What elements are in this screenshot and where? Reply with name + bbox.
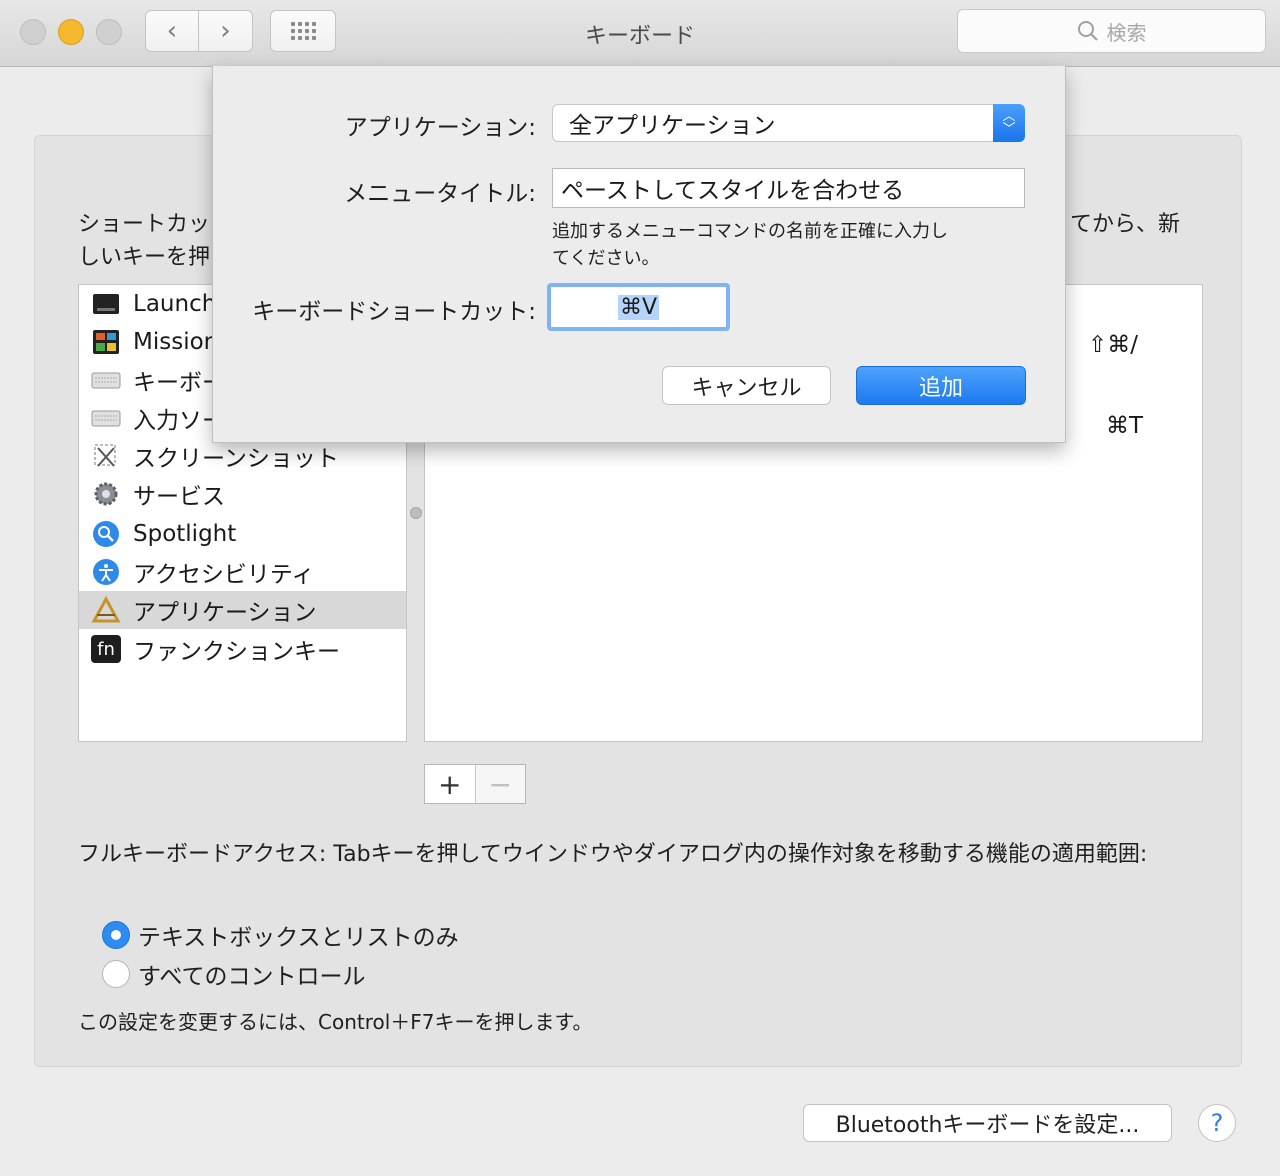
sidebar-item-services[interactable]: サービス [79, 475, 406, 513]
sidebar-item-label: サービス [133, 484, 225, 510]
description-line-2: しいキーを押 [78, 245, 211, 270]
cancel-button[interactable]: キャンセル [662, 366, 831, 405]
chevron-right-icon: › [220, 16, 231, 46]
menu-title-hint: 追加するメニューコマンドの名前を正確に入力してください。 [552, 221, 948, 269]
control-f7-note: この設定を変更するには、Control＋F7キーを押します。 [78, 1010, 593, 1034]
application-popup[interactable]: 全アプリケーション ︿ ﹀ [552, 104, 1025, 142]
search-icon [1077, 21, 1098, 41]
launchpad-icon [91, 289, 121, 319]
grid-icon [290, 22, 316, 40]
forward-button[interactable]: › [199, 10, 253, 52]
keyboard-icon [91, 365, 121, 395]
close-window-button[interactable] [20, 19, 46, 45]
mission-control-icon [91, 327, 121, 357]
zoom-window-button[interactable] [96, 19, 122, 45]
remove-shortcut-button[interactable]: − [475, 765, 525, 803]
sidebar-item-label: アクセシビリティ [133, 562, 315, 588]
full-keyboard-access-label: フルキーボードアクセス: Tabキーを押してウインドウやダイアログ内の操作対象を… [78, 842, 1148, 867]
description-line-1: ショートカッ [78, 212, 211, 237]
sidebar-item-label: Spotlight [133, 521, 237, 547]
spotlight-icon [91, 519, 121, 549]
table-row-shortcut: ⇧⌘/ [1088, 332, 1139, 358]
search-field[interactable]: 検索 [957, 9, 1266, 53]
sidebar-item-label: アプリケーション [133, 600, 317, 626]
add-shortcut-button[interactable]: + [425, 765, 476, 803]
radio-label: テキストボックスとリストのみ [138, 925, 459, 951]
sidebar-item-label: ファンクションキー [133, 639, 340, 665]
minimize-window-button[interactable] [58, 19, 84, 45]
show-all-button[interactable] [270, 10, 336, 52]
application-label: アプリケーション: [344, 115, 536, 141]
add-remove-control: + − [424, 764, 526, 804]
sidebar-item-spotlight[interactable]: Spotlight [79, 515, 406, 553]
split-view-handle[interactable] [410, 507, 422, 519]
input-source-icon [91, 403, 121, 433]
menu-title-label: メニュータイトル: [344, 181, 536, 207]
sidebar-item-function-keys[interactable]: fn ファンクションキー [79, 630, 406, 668]
menu-title-field[interactable]: ペーストしてスタイルを合わせる [552, 168, 1025, 208]
window-title: キーボード [584, 24, 695, 49]
radio-label: すべてのコントロール [138, 964, 366, 990]
shortcut-value: ⌘V [617, 294, 660, 320]
radio-text-boxes-and-lists[interactable]: テキストボックスとリストのみ [102, 918, 459, 952]
accessibility-icon [91, 557, 121, 587]
radio-button-selected[interactable] [102, 921, 130, 949]
app-store-icon [91, 595, 121, 625]
sidebar-item-accessibility[interactable]: アクセシビリティ [79, 553, 406, 591]
add-button[interactable]: 追加 [856, 366, 1026, 405]
sidebar-item-label: Mission [133, 329, 219, 355]
help-button[interactable]: ? [1198, 1104, 1236, 1142]
keyboard-shortcut-label: キーボードショートカット: [252, 299, 536, 325]
setup-bluetooth-keyboard-button[interactable]: Bluetoothキーボードを設定... [803, 1104, 1172, 1142]
keyboard-shortcut-field[interactable]: ⌘V [547, 283, 730, 331]
gear-icon [91, 479, 121, 509]
fn-key-icon: fn [91, 634, 121, 664]
fn-key-glyph: fn [91, 635, 121, 663]
back-button[interactable]: ‹ [145, 10, 199, 52]
table-row-shortcut: ⌘T [1106, 413, 1144, 439]
radio-button[interactable] [102, 960, 130, 988]
popup-arrows-icon: ︿ ﹀ [993, 104, 1025, 142]
radio-all-controls[interactable]: すべてのコントロール [102, 957, 365, 991]
sidebar-item-label: Launch [133, 291, 217, 317]
chevron-left-icon: ‹ [166, 16, 178, 46]
sidebar-item-app-shortcuts[interactable]: アプリケーション [79, 591, 406, 629]
sidebar-item-label: スクリーンショット [133, 446, 339, 472]
screenshot-icon [91, 441, 121, 471]
description-line-1-end: てから、新 [1070, 212, 1181, 237]
application-popup-value: 全アプリケーション [569, 113, 776, 139]
search-placeholder: 検索 [1106, 20, 1147, 45]
